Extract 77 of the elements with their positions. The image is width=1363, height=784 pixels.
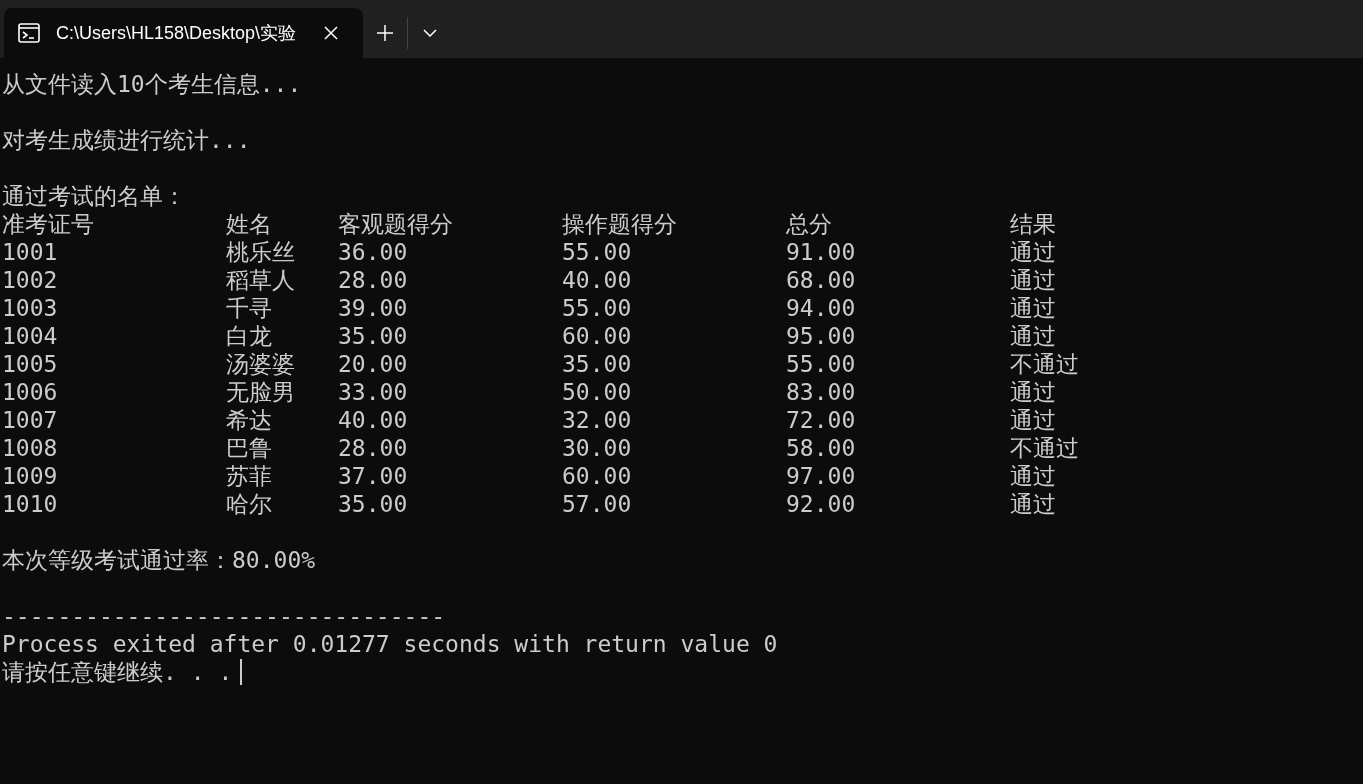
console-line: 对考生成绩进行统计...	[2, 126, 252, 154]
console-line: 通过考试的名单：	[2, 182, 187, 210]
column-header: 准考证号	[2, 210, 94, 238]
table-cell: 1002	[2, 266, 58, 294]
table-cell: 不通过	[1010, 434, 1079, 462]
table-cell: 通过	[1010, 378, 1056, 406]
table-cell: 哈尔	[226, 490, 272, 518]
table-cell: 37.00	[338, 462, 408, 490]
table-cell: 55.00	[786, 350, 856, 378]
text-cursor	[240, 659, 243, 685]
table-cell: 通过	[1010, 406, 1056, 434]
table-cell: 58.00	[786, 434, 856, 462]
table-cell: 1010	[2, 490, 58, 518]
table-cell: 通过	[1010, 462, 1056, 490]
table-cell: 35.00	[338, 322, 408, 350]
table-cell: 30.00	[562, 434, 632, 462]
table-cell: 1001	[2, 238, 58, 266]
table-cell: 94.00	[786, 294, 856, 322]
table-cell: 57.00	[562, 490, 632, 518]
table-cell: 1009	[2, 462, 58, 490]
table-cell: 通过	[1010, 294, 1056, 322]
table-cell: 通过	[1010, 490, 1056, 518]
table-cell: 92.00	[786, 490, 856, 518]
table-cell: 60.00	[562, 462, 632, 490]
table-cell: 千寻	[226, 294, 272, 322]
table-cell: 1003	[2, 294, 58, 322]
terminal-tab[interactable]: C:\Users\HL158\Desktop\实验	[4, 8, 363, 58]
column-header: 结果	[1010, 210, 1056, 238]
separator-line: --------------------------------	[2, 602, 447, 630]
table-cell: 苏菲	[226, 462, 272, 490]
table-cell: 35.00	[338, 490, 408, 518]
console-line: 本次等级考试通过率：80.00%	[2, 546, 317, 574]
table-cell: 通过	[1010, 238, 1056, 266]
console-line: 从文件读入10个考生信息...	[2, 70, 303, 98]
table-cell: 无脸男	[226, 378, 295, 406]
table-cell: 稻草人	[226, 266, 295, 294]
column-header: 姓名	[226, 210, 272, 238]
table-cell: 28.00	[338, 434, 408, 462]
table-cell: 50.00	[562, 378, 632, 406]
table-cell: 1007	[2, 406, 58, 434]
column-header: 操作题得分	[562, 210, 677, 238]
table-cell: 通过	[1010, 266, 1056, 294]
table-cell: 40.00	[562, 266, 632, 294]
table-cell: 35.00	[562, 350, 632, 378]
table-cell: 1004	[2, 322, 58, 350]
table-cell: 巴鲁	[226, 434, 272, 462]
table-cell: 1008	[2, 434, 58, 462]
table-cell: 55.00	[562, 294, 632, 322]
table-cell: 通过	[1010, 322, 1056, 350]
table-cell: 91.00	[786, 238, 856, 266]
table-cell: 不通过	[1010, 350, 1079, 378]
table-cell: 72.00	[786, 406, 856, 434]
table-cell: 1005	[2, 350, 58, 378]
column-header: 总分	[786, 210, 832, 238]
console-line: 请按任意键继续. . .	[2, 658, 233, 686]
table-cell: 39.00	[338, 294, 408, 322]
table-cell: 95.00	[786, 322, 856, 350]
table-cell: 36.00	[338, 238, 408, 266]
table-cell: 40.00	[338, 406, 408, 434]
table-cell: 白龙	[226, 322, 272, 350]
table-cell: 桃乐丝	[226, 238, 295, 266]
table-cell: 60.00	[562, 322, 632, 350]
column-header: 客观题得分	[338, 210, 453, 238]
table-cell: 55.00	[562, 238, 632, 266]
table-cell: 33.00	[338, 378, 408, 406]
table-cell: 97.00	[786, 462, 856, 490]
table-cell: 汤婆婆	[226, 350, 295, 378]
tab-title: C:\Users\HL158\Desktop\实验	[56, 22, 298, 45]
table-cell: 28.00	[338, 266, 408, 294]
table-cell: 1006	[2, 378, 58, 406]
table-cell: 83.00	[786, 378, 856, 406]
table-cell: 68.00	[786, 266, 856, 294]
table-cell: 32.00	[562, 406, 632, 434]
console-line: Process exited after 0.01277 seconds with return value 0	[2, 630, 779, 658]
terminal-icon	[18, 23, 40, 43]
table-cell: 20.00	[338, 350, 408, 378]
table-cell: 希达	[226, 406, 272, 434]
